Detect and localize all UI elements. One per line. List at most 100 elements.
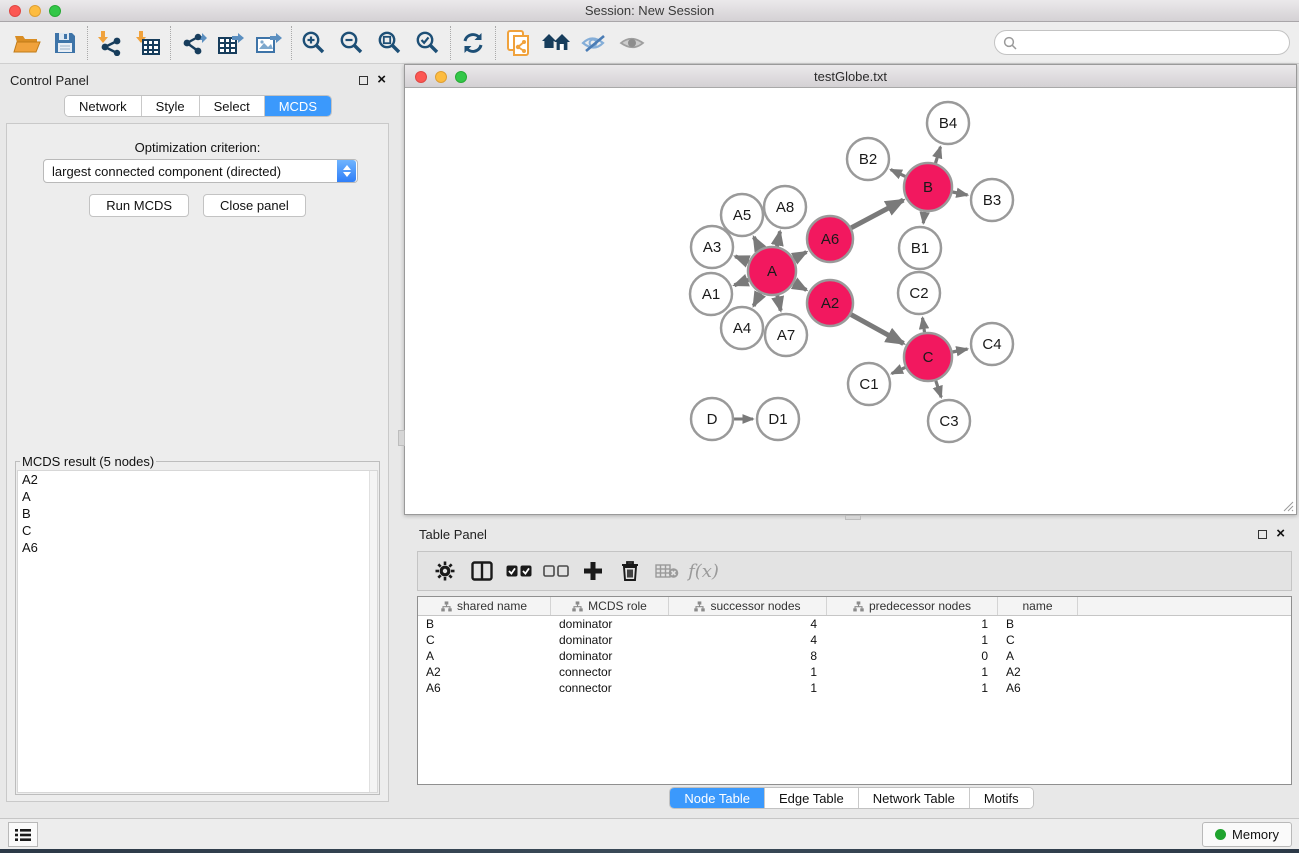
zoom-out-icon[interactable]	[333, 26, 371, 60]
vertical-splitter-handle[interactable]	[398, 430, 405, 446]
mcds-result-item[interactable]: C	[18, 522, 377, 539]
column-header-name[interactable]: name	[998, 597, 1078, 615]
criterion-dropdown[interactable]: largest connected component (directed)	[43, 159, 358, 183]
import-network-icon[interactable]	[91, 26, 129, 60]
graph-node-D1[interactable]: D1	[757, 398, 799, 440]
settings-gear-icon[interactable]	[426, 554, 463, 588]
graph-edge-A6-B[interactable]	[851, 200, 903, 228]
table-cell[interactable]: 4	[669, 616, 827, 632]
table-cell[interactable]: 0	[827, 648, 998, 664]
graph-edge-A-A7[interactable]	[777, 295, 780, 310]
table-cell[interactable]: C	[998, 632, 1078, 648]
column-header-shared-name[interactable]: shared name	[418, 597, 551, 615]
graph-node-C[interactable]: C	[904, 333, 952, 381]
graph-node-A2[interactable]: A2	[807, 280, 853, 326]
network-canvas[interactable]: AA1A2A3A4A5A6A7A8BB1B2B3B4CC1C2C3C4DD1	[406, 89, 1295, 513]
graph-edge-A-A3[interactable]	[735, 256, 749, 261]
zoom-fit-icon[interactable]	[371, 26, 409, 60]
graph-edge-A-A8[interactable]	[777, 232, 780, 247]
graph-edge-B-B4[interactable]	[936, 147, 941, 163]
mcds-result-item[interactable]: A2	[18, 471, 377, 488]
tab-network[interactable]: Network	[65, 96, 142, 116]
graph-node-A4[interactable]: A4	[721, 307, 763, 349]
search-box[interactable]	[994, 30, 1290, 55]
graph-edge-C-C2[interactable]	[923, 318, 925, 332]
import-table-icon[interactable]	[129, 26, 167, 60]
table-cell[interactable]: 1	[827, 616, 998, 632]
mcds-result-item[interactable]: A6	[18, 539, 377, 556]
deselect-all-checkboxes-icon[interactable]	[537, 554, 574, 588]
graph-node-B3[interactable]: B3	[971, 179, 1013, 221]
graph-node-C3[interactable]: C3	[928, 400, 970, 442]
graph-node-A1[interactable]: A1	[690, 273, 732, 315]
tab-node-table[interactable]: Node Table	[670, 788, 765, 808]
graph-node-A3[interactable]: A3	[691, 226, 733, 268]
graph-node-A8[interactable]: A8	[764, 186, 806, 228]
zoom-selected-icon[interactable]	[409, 26, 447, 60]
function-builder-icon[interactable]: f(x)	[685, 554, 722, 588]
table-cell[interactable]: A6	[998, 680, 1078, 696]
table-row[interactable]: Adominator80A	[418, 648, 1291, 664]
table-cell[interactable]: A6	[418, 680, 551, 696]
graph-edge-C-C1[interactable]	[892, 367, 906, 373]
graph-node-B4[interactable]: B4	[927, 102, 969, 144]
table-cell[interactable]: 1	[669, 664, 827, 680]
table-row[interactable]: A2connector11A2	[418, 664, 1291, 680]
network-window-titlebar[interactable]: testGlobe.txt	[405, 65, 1296, 88]
save-session-icon[interactable]	[46, 26, 84, 60]
graph-node-A6[interactable]: A6	[807, 216, 853, 262]
table-cell[interactable]: C	[418, 632, 551, 648]
export-network-icon[interactable]	[174, 26, 212, 60]
tab-motifs[interactable]: Motifs	[970, 788, 1033, 808]
column-header-successor-nodes[interactable]: successor nodes	[669, 597, 827, 615]
table-cell[interactable]: 4	[669, 632, 827, 648]
table-cell[interactable]: 1	[669, 680, 827, 696]
table-cell[interactable]: 1	[827, 632, 998, 648]
table-cell[interactable]: dominator	[551, 616, 669, 632]
node-table[interactable]: shared nameMCDS rolesuccessor nodesprede…	[417, 596, 1292, 785]
graph-edge-A-A4[interactable]	[754, 293, 761, 306]
graph-node-B1[interactable]: B1	[899, 227, 941, 269]
graph-node-C4[interactable]: C4	[971, 323, 1013, 365]
table-row[interactable]: Cdominator41C	[418, 632, 1291, 648]
resize-grip-icon[interactable]	[1282, 500, 1294, 512]
table-cell[interactable]: 1	[827, 664, 998, 680]
table-cell[interactable]: connector	[551, 664, 669, 680]
graph-edge-A-A6[interactable]	[794, 252, 807, 259]
select-all-checkboxes-icon[interactable]	[500, 554, 537, 588]
mcds-result-item[interactable]: A	[18, 488, 377, 505]
table-row[interactable]: A6connector11A6	[418, 680, 1291, 696]
close-panel-button[interactable]: Close panel	[203, 194, 306, 217]
run-mcds-button[interactable]: Run MCDS	[89, 194, 189, 217]
export-image-icon[interactable]	[250, 26, 288, 60]
delete-table-icon[interactable]	[648, 554, 685, 588]
table-cell[interactable]: dominator	[551, 648, 669, 664]
graph-edge-B-B3[interactable]	[953, 192, 968, 195]
graph-edge-B-B2[interactable]	[891, 170, 906, 177]
graph-edge-A-A5[interactable]	[754, 237, 760, 249]
graph-node-B[interactable]: B	[904, 163, 952, 211]
search-input[interactable]	[1017, 33, 1289, 53]
refresh-layout-icon[interactable]	[454, 26, 492, 60]
close-network-window-icon[interactable]	[415, 71, 427, 83]
graph-node-B2[interactable]: B2	[847, 138, 889, 180]
table-cell[interactable]: B	[998, 616, 1078, 632]
zoom-network-window-icon[interactable]	[455, 71, 467, 83]
memory-button[interactable]: Memory	[1202, 822, 1292, 847]
tab-edge-table[interactable]: Edge Table	[765, 788, 859, 808]
graph-edge-C-C3[interactable]	[936, 381, 941, 397]
graph-edge-A-A1[interactable]	[734, 280, 748, 285]
graph-edge-B-B1[interactable]	[923, 212, 924, 223]
minimize-window-icon[interactable]	[29, 5, 41, 17]
graph-node-C1[interactable]: C1	[848, 363, 890, 405]
open-session-icon[interactable]	[8, 26, 46, 60]
table-cell[interactable]: 8	[669, 648, 827, 664]
table-cell[interactable]: B	[418, 616, 551, 632]
graph-edge-A-A2[interactable]	[794, 283, 807, 290]
tab-network-table[interactable]: Network Table	[859, 788, 970, 808]
tab-style[interactable]: Style	[142, 96, 200, 116]
minimize-network-window-icon[interactable]	[435, 71, 447, 83]
graph-node-A5[interactable]: A5	[721, 194, 763, 236]
table-cell[interactable]: connector	[551, 680, 669, 696]
home-icon[interactable]	[537, 26, 575, 60]
